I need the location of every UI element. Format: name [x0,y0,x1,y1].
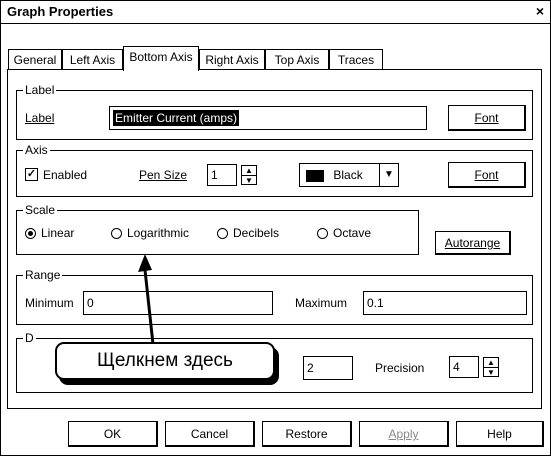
annotation-callout: Щелкнем здесь [55,342,275,380]
callout-arrow-icon [138,254,155,345]
